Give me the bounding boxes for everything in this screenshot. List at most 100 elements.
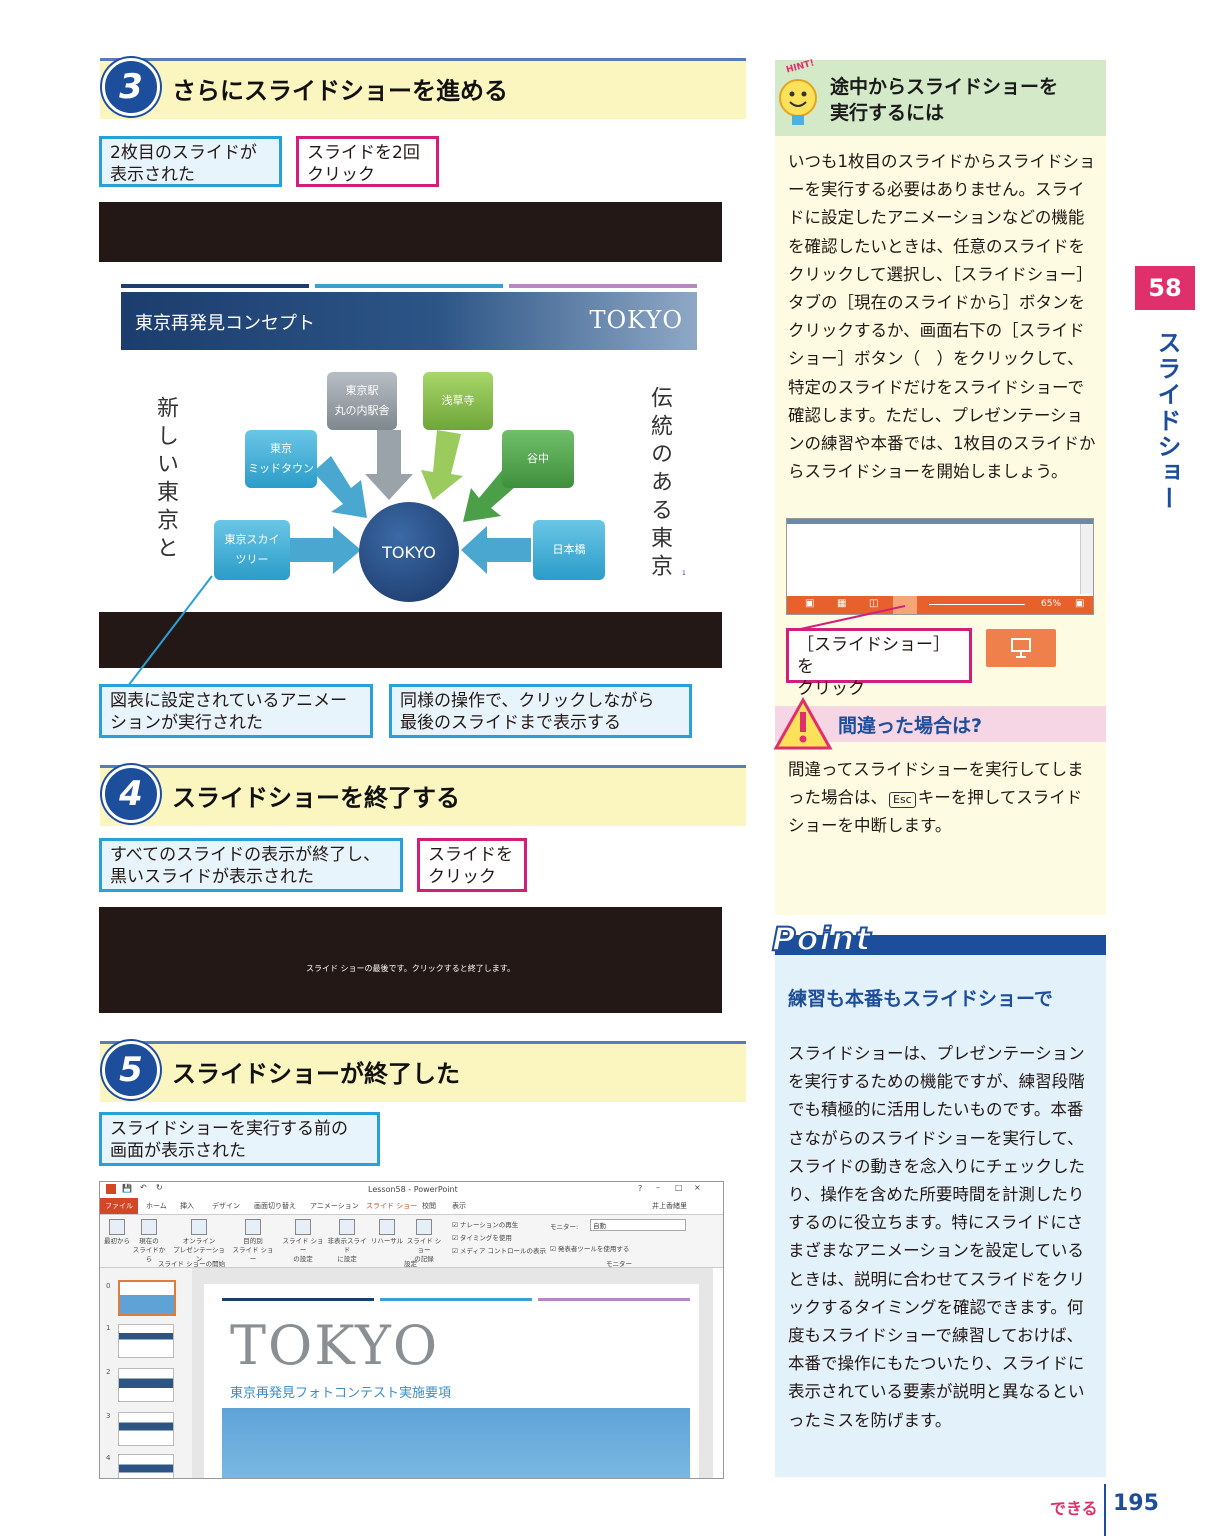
checkbox-label: メディア コントロールの表示 bbox=[459, 1247, 547, 1255]
custom-show-button[interactable]: 目的別 スライド ショー bbox=[230, 1219, 276, 1264]
zoom-slider[interactable] bbox=[929, 604, 1025, 605]
tab-slideshow[interactable]: スライド ショー bbox=[366, 1201, 417, 1211]
thumb-number: 4 bbox=[106, 1454, 111, 1462]
undo-icon[interactable]: ↶ bbox=[140, 1183, 147, 1192]
callout-click-slide: スライドを クリック bbox=[417, 838, 527, 892]
button-label: スライド ショー の設定 bbox=[282, 1237, 324, 1263]
slideshow-button-enlarged bbox=[986, 629, 1056, 667]
group-label: モニター bbox=[606, 1260, 632, 1268]
thumbnail-pane: 0 1 2 3 4 bbox=[100, 1268, 193, 1478]
step-title: スライドショーを終了する bbox=[172, 784, 460, 812]
slide-editing-canvas[interactable]: TOKYO 東京再発見フォトコンテスト実施要項 bbox=[192, 1268, 713, 1478]
button-label: 目的別 スライド ショー bbox=[232, 1237, 274, 1263]
monitor-label: モニター: bbox=[550, 1223, 579, 1231]
checkbox-label: 発表者ツールを使用する bbox=[557, 1245, 630, 1253]
arrow bbox=[461, 526, 531, 574]
fit-icon[interactable]: ▣ bbox=[1075, 598, 1084, 609]
point-body: スライドショーは、プレゼンテーションを実行するための機能ですが、練習段階でも積極… bbox=[788, 1044, 1085, 1430]
slideshow-icon bbox=[1011, 638, 1031, 658]
tab-review[interactable]: 校閲 bbox=[422, 1201, 436, 1211]
thumb-number: 1 bbox=[106, 1324, 111, 1332]
setup-icon bbox=[295, 1219, 311, 1235]
slide-subtitle[interactable]: 東京再発見フォトコンテスト実施要項 bbox=[230, 1382, 451, 1401]
hide-slide-button[interactable]: 非表示スライド に設定 bbox=[326, 1219, 368, 1264]
tab-transitions[interactable]: 画面切り替え bbox=[254, 1201, 296, 1211]
slide-thumbnail[interactable] bbox=[118, 1324, 174, 1358]
group-label: 設定 bbox=[404, 1260, 417, 1268]
user-name[interactable]: 井上香緒里 bbox=[652, 1201, 687, 1211]
hint-body: いつも1枚目のスライドからスライドショーを実行する必要はありません。スライドに設… bbox=[788, 152, 1096, 482]
tab-file[interactable]: ファイル bbox=[100, 1198, 138, 1214]
step-number: 5 bbox=[102, 1041, 160, 1099]
button-label: 最初から bbox=[104, 1237, 130, 1245]
scrollbar[interactable] bbox=[1080, 524, 1093, 594]
powerpoint-window: 💾 ↶ ↻ Lesson58 - PowerPoint ? – □ × ファイル… bbox=[99, 1181, 724, 1479]
slide-thumbnail[interactable] bbox=[118, 1280, 176, 1316]
save-icon[interactable]: 💾 bbox=[122, 1184, 132, 1193]
maximize-icon[interactable]: □ bbox=[675, 1183, 683, 1192]
slide-thumbnail[interactable] bbox=[118, 1454, 174, 1478]
hint-title: 途中からスライドショーを 実行するには bbox=[830, 76, 1059, 124]
point-label: Point bbox=[771, 919, 872, 959]
page-number: 195 bbox=[1113, 1491, 1159, 1516]
checkbox-timings[interactable]: ☑ タイミングを使用 bbox=[452, 1232, 546, 1245]
chapter-tab: 58 bbox=[1135, 266, 1195, 310]
end-of-show-slide[interactable]: スライド ショーの最後です。クリックすると終了します。 bbox=[99, 907, 722, 1013]
record-icon bbox=[416, 1219, 432, 1235]
ppt-titlebar: 💾 ↶ ↻ Lesson58 - PowerPoint ? – □ × bbox=[100, 1182, 723, 1198]
step-4-heading: 4 スライドショーを終了する bbox=[100, 765, 746, 826]
ribbon-tabs: ファイル ホーム 挿入 デザイン 画面切り替え アニメーション スライド ショー… bbox=[100, 1198, 723, 1215]
checkbox-media[interactable]: ☑ メディア コントロールの表示 bbox=[452, 1245, 546, 1258]
close-icon[interactable]: × bbox=[694, 1183, 701, 1192]
custom-show-icon bbox=[245, 1219, 261, 1235]
callout-animation-run: 図表に設定されているアニメー ションが実行された bbox=[99, 684, 373, 738]
window-title: Lesson58 - PowerPoint bbox=[368, 1185, 458, 1194]
minimize-icon[interactable]: – bbox=[656, 1183, 660, 1192]
checkbox-label: ナレーションの再生 bbox=[459, 1221, 519, 1229]
tab-animations[interactable]: アニメーション bbox=[310, 1201, 359, 1211]
thumb-number: 2 bbox=[106, 1368, 111, 1376]
slide-thumbnail[interactable] bbox=[118, 1368, 174, 1402]
step-title: スライドショーが終了した bbox=[172, 1060, 460, 1088]
setup-show-button[interactable]: スライド ショー の設定 bbox=[282, 1219, 324, 1264]
rehearse-button[interactable]: リハーサル bbox=[370, 1219, 404, 1246]
settings-checkboxes: ☑ ナレーションの再生 ☑ タイミングを使用 ☑ メディア コントロールの表示 bbox=[452, 1219, 546, 1258]
slide-main-title[interactable]: TOKYO bbox=[230, 1314, 439, 1377]
redo-icon[interactable]: ↻ bbox=[156, 1183, 163, 1192]
help-icon[interactable]: ? bbox=[638, 1184, 642, 1193]
hide-icon bbox=[339, 1219, 355, 1235]
slide-photo bbox=[222, 1408, 690, 1478]
node-sensoji: 浅草寺 bbox=[423, 372, 493, 430]
slide-thumbnail[interactable] bbox=[118, 1412, 174, 1446]
slideshow-icon bbox=[141, 1219, 157, 1235]
slideshow-icon bbox=[109, 1219, 125, 1235]
zoom-level[interactable]: 65% bbox=[1041, 599, 1061, 609]
online-icon bbox=[191, 1219, 207, 1235]
ppt-logo-icon bbox=[106, 1184, 116, 1194]
from-beginning-button[interactable]: 最初から bbox=[102, 1219, 132, 1246]
side-section-label: スライドショー bbox=[1153, 330, 1181, 512]
tab-insert[interactable]: 挿入 bbox=[180, 1201, 194, 1211]
ribbon: 最初から 現在の スライドから オンライン プレゼンテーション 目的別 スライド… bbox=[100, 1215, 723, 1268]
current-slide[interactable]: TOKYO 東京再発見フォトコンテスト実施要項 bbox=[204, 1284, 699, 1478]
tab-view[interactable]: 表示 bbox=[452, 1201, 466, 1211]
tab-design[interactable]: デザイン bbox=[212, 1201, 240, 1211]
footer-divider bbox=[1104, 1484, 1106, 1536]
warning-title: 間違った場合は? bbox=[838, 715, 983, 737]
presenter-view-checkbox[interactable]: ☑ 発表者ツールを使用する bbox=[550, 1243, 629, 1253]
callout-screen-returned: スライドショーを実行する前の 画面が表示された bbox=[99, 1112, 380, 1166]
button-label: 非表示スライド に設定 bbox=[327, 1237, 367, 1263]
photo-strip bbox=[787, 519, 1093, 524]
footer-brand: できる bbox=[1050, 1499, 1098, 1518]
callout-click-slideshow-button: ［スライドショー］を クリック bbox=[786, 628, 972, 699]
callout-repeat-click: 同様の操作で、クリックしながら 最後のスライドまで表示する bbox=[389, 684, 692, 738]
callout-black-slide: すべてのスライドの表示が終了し、 黒いスライドが表示された bbox=[99, 838, 403, 892]
checkbox-narration[interactable]: ☑ ナレーションの再生 bbox=[452, 1219, 546, 1232]
tab-home[interactable]: ホーム bbox=[146, 1201, 167, 1211]
end-of-show-message: スライド ショーの最後です。クリックすると終了します。 bbox=[306, 964, 515, 973]
warning-body: 間違ってスライドショーを実行してしまった場合は、 Esc キーを押してスライドショー… bbox=[788, 756, 1096, 841]
monitor-select[interactable]: 自動 bbox=[590, 1219, 686, 1231]
rehearse-icon bbox=[379, 1219, 395, 1235]
accent-bar bbox=[538, 1298, 690, 1301]
warning-icon bbox=[773, 696, 833, 750]
